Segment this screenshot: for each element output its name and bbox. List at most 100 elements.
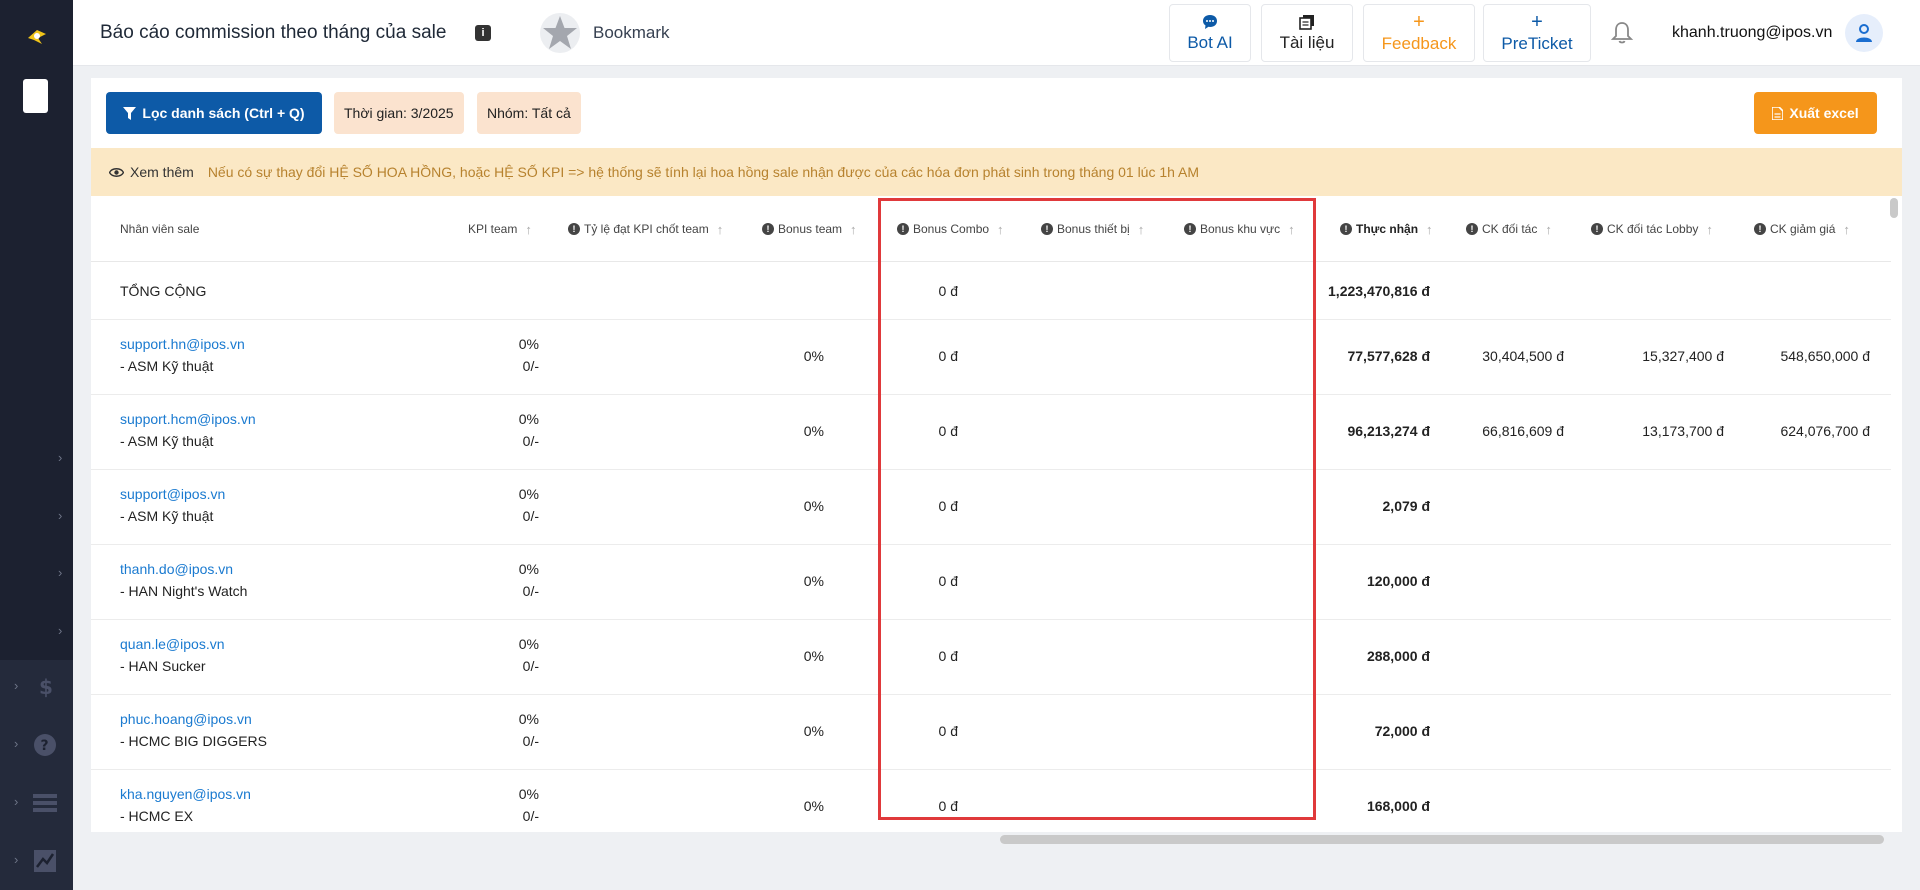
sale-email-link[interactable]: support.hn@ipos.vn bbox=[120, 336, 245, 352]
table-row: support.hn@ipos.vn - ASM Kỹ thuật 0% 0/- 0% 0… bbox=[91, 320, 1891, 395]
sort-arrow-icon[interactable]: ↑ bbox=[525, 222, 532, 237]
chevron-right-icon[interactable]: › bbox=[58, 623, 62, 638]
info-icon[interactable]: i bbox=[475, 25, 491, 41]
dollar-icon[interactable]: $ bbox=[32, 674, 58, 700]
net-received-value: 168,000 đ bbox=[1366, 798, 1430, 814]
sale-email-link[interactable]: quan.le@ipos.vn bbox=[120, 636, 225, 652]
column-header-price-discount[interactable]: ! CK giảm giá ↑ bbox=[1754, 196, 1850, 262]
sort-arrow-icon[interactable]: ↑ bbox=[717, 222, 724, 237]
documents-label: Tài liệu bbox=[1279, 32, 1335, 52]
net-received-value: 2,079 đ bbox=[1382, 498, 1430, 514]
sort-arrow-icon[interactable]: ↑ bbox=[1545, 222, 1552, 237]
table-row-total: TỔNG CỘNG 0 đ 1,223,470,816 đ bbox=[91, 262, 1891, 320]
sort-arrow-icon[interactable]: ↑ bbox=[1706, 222, 1713, 237]
info-icon[interactable]: ! bbox=[897, 223, 909, 235]
column-header-bonus-region[interactable]: ! Bonus khu vực ↑ bbox=[1184, 196, 1295, 262]
star-icon[interactable] bbox=[539, 12, 581, 54]
top-header: Báo cáo commission theo tháng của sale i… bbox=[73, 0, 1920, 66]
info-icon[interactable]: ! bbox=[1340, 223, 1352, 235]
bot-ai-button[interactable]: Bot AI bbox=[1169, 4, 1251, 62]
column-header-kpi-team[interactable]: KPI team ↑ bbox=[468, 196, 532, 262]
notice-banner: Xem thêm Nếu có sự thay đổi HỆ SỐ HOA HỒ… bbox=[91, 148, 1902, 196]
column-label: Thực nhận bbox=[1356, 222, 1419, 236]
help-icon[interactable]: ? bbox=[32, 732, 58, 758]
table-row: quan.le@ipos.vn - HAN Sucker 0% 0/- 0% 0 đ 288… bbox=[91, 620, 1891, 695]
bonus-team-value: 0 đ bbox=[938, 498, 958, 514]
table-header: Nhân viên sale KPI team ↑ ! Tỷ lệ đạt KPI … bbox=[91, 196, 1891, 262]
chevron-right-icon[interactable]: › bbox=[14, 736, 18, 751]
table-row: support@ipos.vn - ASM Kỹ thuật 0% 0/- 0% 0 đ2… bbox=[91, 470, 1891, 545]
info-icon[interactable]: ! bbox=[1466, 223, 1478, 235]
info-icon[interactable]: ! bbox=[762, 223, 774, 235]
column-label: Nhân viên sale bbox=[120, 222, 200, 236]
chevron-right-icon[interactable]: › bbox=[58, 565, 62, 580]
total-net-received: 1,223,470,816 đ bbox=[1328, 283, 1430, 299]
sort-arrow-icon[interactable]: ↑ bbox=[850, 222, 857, 237]
info-icon[interactable]: ! bbox=[1754, 223, 1766, 235]
bonus-team-value: 0 đ bbox=[938, 573, 958, 589]
chevron-right-icon[interactable]: › bbox=[14, 678, 18, 693]
feedback-label: Feedback bbox=[1381, 33, 1457, 53]
column-header-lobby-discount[interactable]: ! CK đối tác Lobby ↑ bbox=[1591, 196, 1713, 262]
horizontal-scrollbar[interactable] bbox=[1000, 835, 1884, 844]
column-header-partner-discount[interactable]: ! CK đối tác ↑ bbox=[1466, 196, 1552, 262]
avatar[interactable] bbox=[1845, 14, 1883, 52]
sale-email-link[interactable]: phuc.hoang@ipos.vn bbox=[120, 711, 252, 727]
column-header-bonus-combo[interactable]: ! Bonus Combo ↑ bbox=[897, 196, 1004, 262]
info-icon[interactable]: ! bbox=[568, 223, 580, 235]
sale-email-link[interactable]: thanh.do@ipos.vn bbox=[120, 561, 233, 577]
sort-arrow-icon[interactable]: ↑ bbox=[1288, 222, 1295, 237]
sort-arrow-icon[interactable]: ↑ bbox=[1138, 222, 1145, 237]
info-icon[interactable]: ! bbox=[1184, 223, 1196, 235]
feedback-button[interactable]: + Feedback bbox=[1363, 4, 1475, 62]
sale-email-link[interactable]: support.hcm@ipos.vn bbox=[120, 411, 256, 427]
vertical-scrollbar[interactable] bbox=[1890, 198, 1898, 218]
column-label: Bonus Combo bbox=[913, 222, 990, 236]
chevron-right-icon[interactable]: › bbox=[14, 852, 18, 867]
column-header-bonus-device[interactable]: ! Bonus thiết bị ↑ bbox=[1041, 196, 1144, 262]
filter-list-button[interactable]: Lọc danh sách (Ctrl + Q) bbox=[106, 92, 322, 134]
list-icon[interactable] bbox=[32, 790, 58, 816]
sale-email-link[interactable]: support@ipos.vn bbox=[120, 486, 225, 502]
chevron-right-icon[interactable]: › bbox=[58, 450, 62, 465]
svg-text:?: ? bbox=[41, 738, 49, 754]
app-logo-icon[interactable] bbox=[24, 24, 50, 50]
time-filter-chip[interactable]: Thời gian: 3/2025 bbox=[334, 92, 464, 134]
svg-text:$: $ bbox=[39, 676, 53, 698]
bookmark-label[interactable]: Bookmark bbox=[593, 23, 670, 43]
kpi-team-ratio: 0/- bbox=[522, 508, 539, 524]
preticket-button[interactable]: + PreTicket bbox=[1483, 4, 1591, 62]
page-title: Báo cáo commission theo tháng của sale bbox=[100, 22, 447, 43]
documents-button[interactable]: Tài liệu bbox=[1261, 4, 1353, 62]
table-row: kha.nguyen@ipos.vn - HCMC EX 0% 0/- 0% 0 đ 168… bbox=[91, 770, 1891, 832]
group-filter-chip[interactable]: Nhóm: Tất cả bbox=[477, 92, 581, 134]
info-icon[interactable]: ! bbox=[1041, 223, 1053, 235]
sidebar-bottom-group: › $ › ? › › bbox=[0, 660, 73, 890]
see-more-link[interactable]: Xem thêm bbox=[109, 164, 194, 180]
sort-arrow-icon[interactable]: ↑ bbox=[997, 222, 1004, 237]
chat-icon bbox=[1203, 14, 1217, 29]
sort-arrow-icon[interactable]: ↑ bbox=[1843, 222, 1850, 237]
column-header-sales-staff[interactable]: Nhân viên sale bbox=[120, 196, 199, 262]
chevron-right-icon[interactable]: › bbox=[14, 794, 18, 809]
total-label: TỔNG CỘNG bbox=[120, 283, 207, 299]
sale-email-link[interactable]: kha.nguyen@ipos.vn bbox=[120, 786, 251, 802]
partner-discount-value: 30,404,500 đ bbox=[1482, 348, 1564, 364]
chevron-right-icon[interactable]: › bbox=[58, 508, 62, 523]
column-label: Bonus khu vực bbox=[1200, 222, 1281, 236]
column-label: CK đối tác Lobby bbox=[1607, 222, 1699, 236]
bell-icon[interactable] bbox=[1610, 20, 1634, 46]
table-body: support.hn@ipos.vn - ASM Kỹ thuật 0% 0/- 0% 0… bbox=[91, 320, 1891, 832]
column-header-net-received[interactable]: ! Thực nhận ↑ bbox=[1340, 196, 1433, 262]
sort-arrow-icon[interactable]: ↑ bbox=[1426, 222, 1433, 237]
info-icon[interactable]: ! bbox=[1591, 223, 1603, 235]
sale-team: - ASM Kỹ thuật bbox=[120, 508, 214, 524]
price-discount-value: 624,076,700 đ bbox=[1780, 423, 1870, 439]
column-header-kpi-rate[interactable]: ! Tỷ lệ đạt KPI chốt team ↑ bbox=[568, 196, 723, 262]
sidebar-active-item[interactable] bbox=[23, 79, 48, 113]
user-email[interactable]: khanh.truong@ipos.vn bbox=[1672, 24, 1832, 42]
column-header-bonus-team[interactable]: ! Bonus team ↑ bbox=[762, 196, 857, 262]
column-label: Bonus thiết bị bbox=[1057, 222, 1130, 236]
export-excel-button[interactable]: Xuất excel bbox=[1754, 92, 1877, 134]
chart-icon[interactable] bbox=[32, 848, 58, 874]
